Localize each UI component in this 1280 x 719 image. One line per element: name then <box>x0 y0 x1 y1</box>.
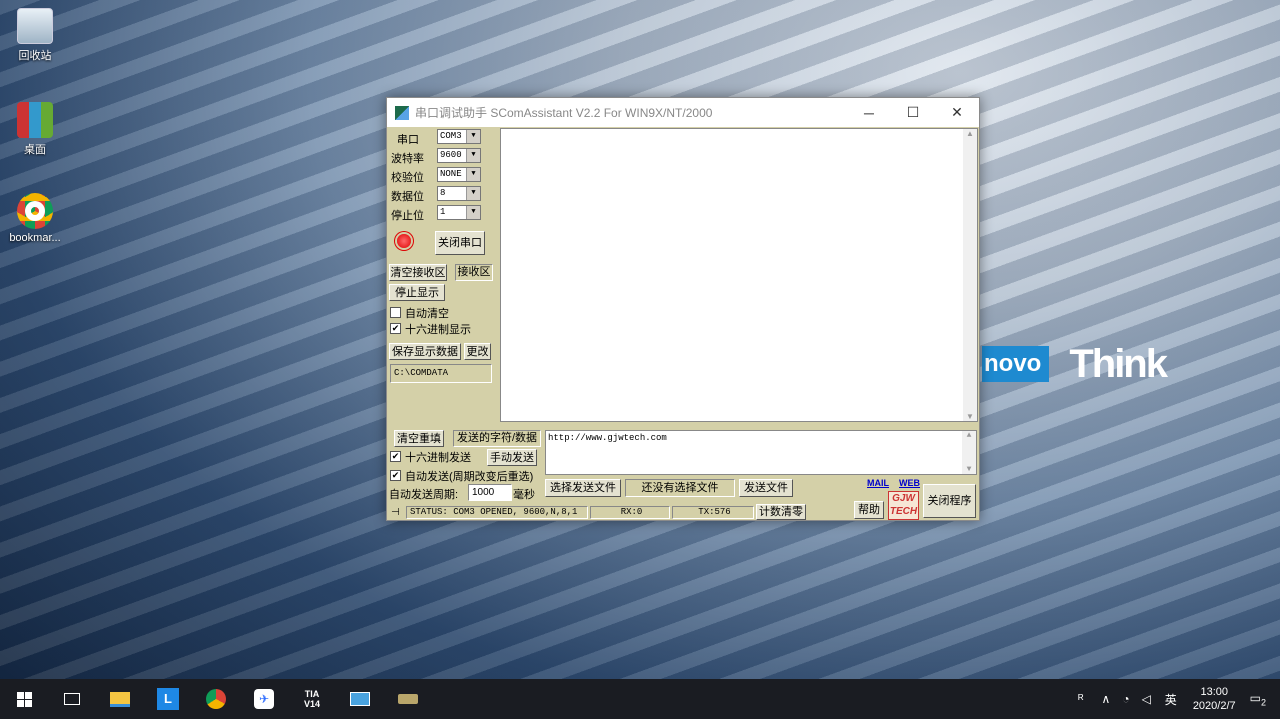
winrar-icon <box>17 102 53 138</box>
change-path-button[interactable]: 更改 <box>464 343 491 360</box>
desktop-icon-label: bookmar... <box>9 232 61 244</box>
show-hidden-icons-icon[interactable]: ∧ <box>1102 692 1111 706</box>
hex-send-checkbox[interactable]: ✔ <box>390 451 401 462</box>
scroll-down-icon: ▼ <box>966 412 974 421</box>
windows-start-icon[interactable] <box>0 679 48 719</box>
clock-date: 2020/2/7 <box>1192 700 1236 712</box>
lenovo-think-logo: novo Think <box>982 342 1168 386</box>
close-button[interactable]: ✕ <box>935 104 979 121</box>
close-port-button[interactable]: 关闭串口 <box>435 231 485 255</box>
send-textarea[interactable]: http://www.gjwtech.com ▲ ▼ <box>545 430 977 475</box>
ime-indicator[interactable]: 英 <box>1165 691 1177 708</box>
desktop-icon-bookmarks[interactable]: bookmar... <box>0 193 70 244</box>
save-data-button[interactable]: 保存显示数据 <box>389 343 461 360</box>
save-path-field[interactable]: C:\COMDATA <box>390 364 492 383</box>
port-status-led-icon <box>397 234 411 248</box>
stop-display-button[interactable]: 停止显示 <box>389 284 445 301</box>
minimize-button[interactable]: ─ <box>847 105 891 121</box>
receive-textarea[interactable]: ▲ ▼ <box>500 128 978 422</box>
send-scrollbar[interactable]: ▲ ▼ <box>962 431 976 474</box>
port-select[interactable]: COM3 ▼ <box>437 129 481 144</box>
chevron-down-icon: ▼ <box>466 130 480 143</box>
recv-scrollbar[interactable]: ▲ ▼ <box>963 129 977 421</box>
send-data-label: 发送的字符/数据 <box>453 430 541 447</box>
count-clear-button[interactable]: 计数清零 <box>756 504 806 520</box>
taskbar: L ✈ TIA V14 ᴿ ∧ ◔ ◁ 英 13:00 2020/2/7 ▭2 <box>0 679 1280 719</box>
databits-label: 数据位 <box>391 191 424 203</box>
brand-think: Think <box>1069 341 1168 386</box>
notification-center-icon[interactable]: ▭2 <box>1250 691 1266 707</box>
chevron-down-icon: ▼ <box>466 168 480 181</box>
hex-send-label: 十六进制发送 <box>405 452 471 464</box>
scroll-up-icon: ▲ <box>966 431 972 440</box>
chrome-icon <box>17 193 53 229</box>
desktop-icon-recycle-bin[interactable]: 回收站 <box>0 8 70 63</box>
app-6-icon[interactable] <box>336 679 384 719</box>
keyboard-app-icon[interactable] <box>384 679 432 719</box>
brand-novo: novo <box>982 346 1050 382</box>
recycle-bin-icon <box>17 8 53 44</box>
desktop-icon-label: 桌面 <box>24 144 46 156</box>
period-unit: 毫秒 <box>513 489 535 501</box>
app-icon <box>395 105 409 120</box>
web-link[interactable]: WEB <box>899 478 920 488</box>
file-explorer-icon[interactable] <box>96 679 144 719</box>
feishu-icon[interactable]: ✈ <box>240 679 288 719</box>
hex-display-label: 十六进制显示 <box>405 324 471 336</box>
period-input[interactable]: 1000 <box>468 484 512 501</box>
help-button[interactable]: 帮助 <box>854 501 884 519</box>
clear-recv-button[interactable]: 清空接收区 <box>389 264 447 281</box>
baud-label: 波特率 <box>391 153 424 165</box>
databits-select[interactable]: 8 ▼ <box>437 186 481 201</box>
manual-send-button[interactable]: 手动发送 <box>487 449 537 466</box>
notification-count: 2 <box>1260 697 1266 708</box>
tia-portal-icon[interactable]: TIA V14 <box>288 679 336 719</box>
title-bar[interactable]: 串口调试助手 SComAssistant V2.2 For WIN9X/NT/2… <box>387 98 979 127</box>
auto-send-checkbox[interactable]: ✔ <box>390 470 401 481</box>
send-text: http://www.gjwtech.com <box>548 433 667 443</box>
people-icon[interactable]: ᴿ <box>1078 692 1083 706</box>
close-program-button[interactable]: 关闭程序 <box>923 484 976 518</box>
volume-icon[interactable]: ◁ <box>1142 692 1151 706</box>
hex-display-checkbox[interactable]: ✔ <box>390 323 401 334</box>
clock[interactable]: 13:00 2020/2/7 <box>1193 685 1236 713</box>
mail-link[interactable]: MAIL <box>867 478 889 488</box>
parity-select[interactable]: NONE ▼ <box>437 167 481 182</box>
scom-assistant-window: 串口调试助手 SComAssistant V2.2 For WIN9X/NT/2… <box>386 97 980 521</box>
scroll-up-icon: ▲ <box>966 129 974 138</box>
l-app-icon[interactable]: L <box>144 679 192 719</box>
auto-send-label: 自动发送(周期改变后重选) <box>405 471 534 483</box>
status-icon: ⊣ <box>391 507 400 518</box>
chevron-down-icon: ▼ <box>466 206 480 219</box>
gjw-tech-logo[interactable]: GJW TECH <box>888 491 919 520</box>
chevron-down-icon: ▼ <box>466 187 480 200</box>
no-file-text: 还没有选择文件 <box>625 479 735 497</box>
chrome-taskbar-icon[interactable] <box>192 679 240 719</box>
clock-time: 13:00 <box>1200 686 1228 698</box>
system-tray: ᴿ ∧ ◔ ◁ 英 13:00 2020/2/7 ▭2 <box>1066 679 1280 719</box>
period-label: 自动发送周期: <box>389 489 459 501</box>
clear-resend-button[interactable]: 清空重填 <box>394 430 444 447</box>
window-title: 串口调试助手 SComAssistant V2.2 For WIN9X/NT/2… <box>415 106 713 120</box>
maximize-button[interactable]: ☐ <box>891 104 935 121</box>
scroll-down-icon: ▼ <box>966 465 972 474</box>
port-label: 串口 <box>397 134 419 146</box>
baud-select[interactable]: 9600 ▼ <box>437 148 481 163</box>
desktop-icon-desktop[interactable]: 桌面 <box>0 102 70 157</box>
desktop-icon-label: 回收站 <box>18 50 52 62</box>
chevron-down-icon: ▼ <box>466 149 480 162</box>
tx-count: TX:576 <box>672 506 754 519</box>
auto-clear-label: 自动清空 <box>405 308 449 320</box>
status-text: STATUS: COM3 OPENED, 9600,N,8,1 <box>406 506 588 519</box>
parity-label: 校验位 <box>391 172 424 184</box>
select-file-button[interactable]: 选择发送文件 <box>545 479 621 497</box>
network-icon[interactable]: ◔ <box>1122 692 1129 706</box>
send-file-button[interactable]: 发送文件 <box>739 479 793 497</box>
stopbits-label: 停止位 <box>391 210 424 222</box>
rx-count: RX:0 <box>590 506 670 519</box>
recv-area-label: 接收区 <box>455 264 493 281</box>
auto-clear-checkbox[interactable] <box>390 307 401 318</box>
task-view-icon[interactable] <box>48 679 96 719</box>
stopbits-select[interactable]: 1 ▼ <box>437 205 481 220</box>
